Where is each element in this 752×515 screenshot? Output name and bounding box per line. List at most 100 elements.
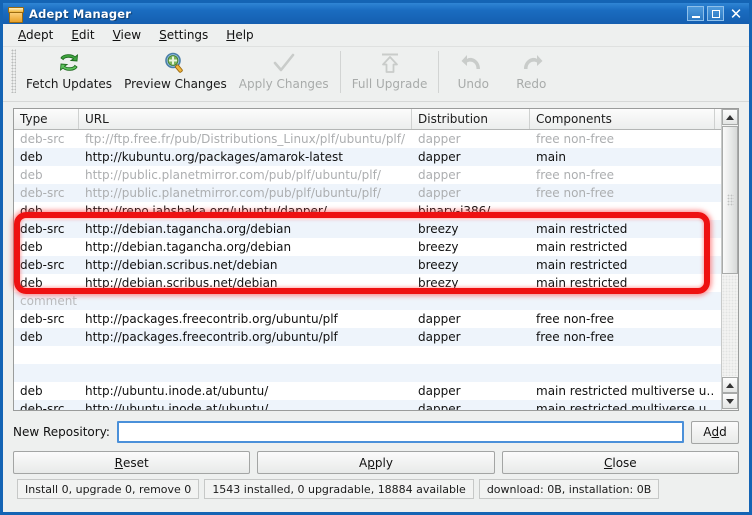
minimize-icon[interactable] xyxy=(687,6,704,21)
cell-dist: dapper xyxy=(418,186,461,200)
cell-comp: free non-free xyxy=(536,186,615,200)
scrollbar-thumb[interactable] xyxy=(722,126,738,274)
close-button[interactable]: Close xyxy=(501,451,739,474)
cell-comp: main restricted xyxy=(536,276,628,290)
apply-changes-button[interactable]: Apply Changes xyxy=(233,49,335,91)
table-header-row: Type URL Distribution Components xyxy=(14,109,738,130)
cell-url: http://kubuntu.org/packages/amarok-lates… xyxy=(85,150,343,164)
new-repository-row: New Repository: Add xyxy=(13,420,739,444)
new-repository-input[interactable] xyxy=(116,421,684,443)
table-row[interactable]: deb-src http://debian.scribus.net/debian b… xyxy=(14,256,738,274)
toolbar: Fetch Updates Preview Changes Apply Chan… xyxy=(3,47,749,102)
table-row[interactable]: deb-src http://ubuntu.inode.at/ubuntu/dap… xyxy=(14,400,738,410)
cell-type: deb xyxy=(20,240,43,254)
table-row[interactable]: deb http://ubuntu.inode.at/ubuntu/dapper m… xyxy=(14,382,738,400)
toolbar-drag-handle[interactable] xyxy=(11,49,16,93)
apply-button[interactable]: Ap ply xyxy=(257,451,495,474)
undo-arrow-icon xyxy=(458,50,488,76)
scroll-up-button-bottom[interactable] xyxy=(722,377,738,393)
menu-bar: Adept Edit View Settings Help xyxy=(3,24,749,47)
menu-label-settings: ettings xyxy=(166,28,209,42)
redo-button[interactable]: Redo xyxy=(502,49,560,91)
cell-comp: main restricted multiverse u… xyxy=(536,384,715,398)
table-row[interactable] xyxy=(14,364,738,382)
cell-type: deb-src xyxy=(20,402,65,410)
column-header-distribution[interactable]: Distribution xyxy=(412,109,530,129)
cell-comp: free non-free xyxy=(536,168,615,182)
main-content: Type URL Distribution Components deb-src… xyxy=(3,102,749,512)
repository-table: Type URL Distribution Components deb-src… xyxy=(13,108,739,411)
table-row[interactable]: deb-src http://public.planetmirror.com/pu… xyxy=(14,184,738,202)
table-row[interactable]: deb-src http://packages.freecontrib.org/u… xyxy=(14,310,738,328)
preview-changes-label: Preview Changes xyxy=(124,77,227,91)
menu-label-adept: dept xyxy=(26,28,54,42)
cell-type: deb xyxy=(20,276,43,290)
table-row[interactable]: deb http://kubuntu.org/packages/amarok-la… xyxy=(14,148,738,166)
fetch-updates-button[interactable]: Fetch Updates xyxy=(20,49,118,91)
cell-dist: dapper xyxy=(418,384,461,398)
table-row[interactable]: comment # xyxy=(14,292,738,310)
table-row[interactable]: deb http://repo.jahshaka.org/ubuntu/dappe… xyxy=(14,202,738,220)
redo-label: Redo xyxy=(516,77,547,91)
table-body: deb-src ftp://ftp.free.fr/pub/Distributio… xyxy=(14,130,738,410)
column-header-type[interactable]: Type xyxy=(14,109,79,129)
undo-button[interactable]: Undo xyxy=(444,49,502,91)
package-icon xyxy=(7,6,24,23)
reset-button[interactable]: Reset xyxy=(13,451,251,474)
upload-arrow-icon xyxy=(375,50,405,76)
cell-type: deb xyxy=(20,204,43,218)
table-row[interactable]: deb-src ftp://ftp.free.fr/pub/Distributio… xyxy=(14,130,738,148)
menu-item-view[interactable]: View xyxy=(104,26,150,44)
preview-changes-button[interactable]: Preview Changes xyxy=(118,49,233,91)
cell-dist: dapper xyxy=(418,168,461,182)
cell-dist: dapper xyxy=(418,132,461,146)
menu-label-help: elp xyxy=(235,28,254,42)
table-row[interactable]: deb http://packages.freecontrib.org/ubunt… xyxy=(14,328,738,346)
menu-item-help[interactable]: Help xyxy=(217,26,262,44)
status-download: download: 0B, installation: 0B xyxy=(478,479,660,499)
window-title: Adept Manager xyxy=(29,6,132,21)
table-row[interactable]: deb http://debian.tagancha.org/debian bree… xyxy=(14,238,738,256)
cell-comp: main restricted xyxy=(536,222,628,236)
full-upgrade-button[interactable]: Full Upgrade xyxy=(346,49,434,91)
table-row[interactable]: deb-src http://debian.tagancha.org/debian… xyxy=(14,220,738,238)
cell-url: http://debian.scribus.net/debian xyxy=(85,276,278,290)
cell-url: http://public.planetmirror.com/pub/plf/u… xyxy=(85,186,381,200)
scrollbar-track[interactable] xyxy=(722,275,738,376)
menu-item-edit[interactable]: Edit xyxy=(62,26,103,44)
redo-arrow-icon xyxy=(516,50,546,76)
cell-type: deb xyxy=(20,330,43,344)
cell-dist: binary-i386/ xyxy=(418,204,491,218)
checkmark-icon xyxy=(269,50,299,76)
cell-dist: breezy xyxy=(418,240,459,254)
maximize-icon[interactable] xyxy=(707,6,724,21)
window-controls: ✕ xyxy=(687,5,747,23)
cell-type: deb xyxy=(20,384,43,398)
cell-type: deb xyxy=(20,168,43,182)
cell-type: deb-src xyxy=(20,312,65,326)
cell-url: http://repo.jahshaka.org/ubuntu/dapper/ xyxy=(85,204,327,218)
table-row[interactable] xyxy=(14,346,738,364)
table-row[interactable]: deb http://public.planetmirror.com/pub/pl… xyxy=(14,166,738,184)
scroll-down-button[interactable] xyxy=(722,393,738,409)
cell-url: http://debian.tagancha.org/debian xyxy=(85,222,292,236)
menu-label-view: iew xyxy=(120,28,142,42)
table-vertical-scrollbar[interactable] xyxy=(721,109,738,410)
cell-url: http://public.planetmirror.com/pub/plf/u… xyxy=(85,168,381,182)
apply-changes-label: Apply Changes xyxy=(238,77,329,91)
close-icon[interactable]: ✕ xyxy=(727,5,745,23)
scroll-up-button[interactable] xyxy=(722,109,738,125)
cell-dist: breezy xyxy=(418,258,459,272)
title-bar: Adept Manager ✕ xyxy=(3,3,749,24)
cell-url: http://ubuntu.inode.at/ubuntu/ xyxy=(85,384,269,398)
add-button[interactable]: Add xyxy=(691,420,739,444)
cell-type: deb-src xyxy=(20,222,65,236)
menu-item-adept[interactable]: Adept xyxy=(9,26,62,44)
column-header-url[interactable]: URL xyxy=(79,109,412,129)
cell-comp: main restricted multiverse u… xyxy=(536,402,715,410)
column-header-components[interactable]: Components xyxy=(530,109,715,129)
table-row[interactable]: deb http://debian.scribus.net/debian breez… xyxy=(14,274,738,292)
menu-item-settings[interactable]: Settings xyxy=(150,26,217,44)
cell-type: comment # xyxy=(20,294,79,308)
cell-dist: dapper xyxy=(418,312,461,326)
